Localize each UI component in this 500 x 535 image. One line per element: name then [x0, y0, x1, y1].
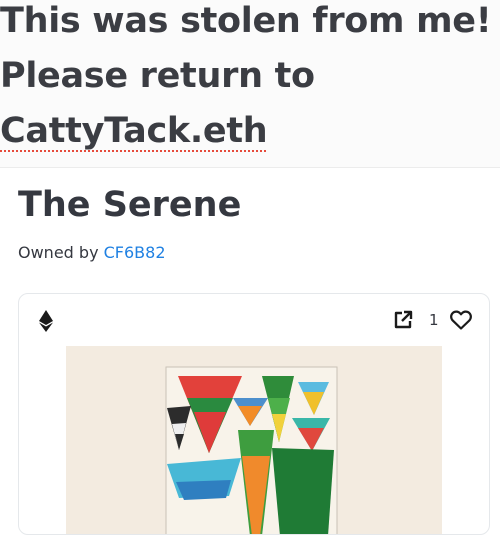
card-header: 1: [19, 294, 489, 346]
stolen-notice-ens-name: CattyTack.eth: [0, 111, 268, 151]
heart-icon[interactable]: [449, 308, 473, 332]
stolen-notice-text: This was stolen from me! Please return t…: [0, 0, 492, 159]
artwork-image: [66, 346, 442, 534]
ethereum-icon: [39, 310, 53, 332]
stolen-notice-banner: This was stolen from me! Please return t…: [0, 0, 500, 168]
external-link-icon[interactable]: [393, 310, 413, 330]
stolen-notice-line-2: Please return to: [0, 56, 315, 96]
owned-by-label: Owned by: [18, 243, 99, 262]
owner-line: Owned by CF6B82: [18, 242, 166, 264]
nft-artwork[interactable]: [66, 346, 442, 534]
favorites-count: 1: [429, 311, 439, 329]
nft-media-card: 1: [18, 293, 490, 535]
nft-title: The Serene: [18, 185, 242, 225]
stolen-notice-line-1: This was stolen from me!: [0, 1, 492, 41]
owner-link[interactable]: CF6B82: [104, 243, 166, 262]
